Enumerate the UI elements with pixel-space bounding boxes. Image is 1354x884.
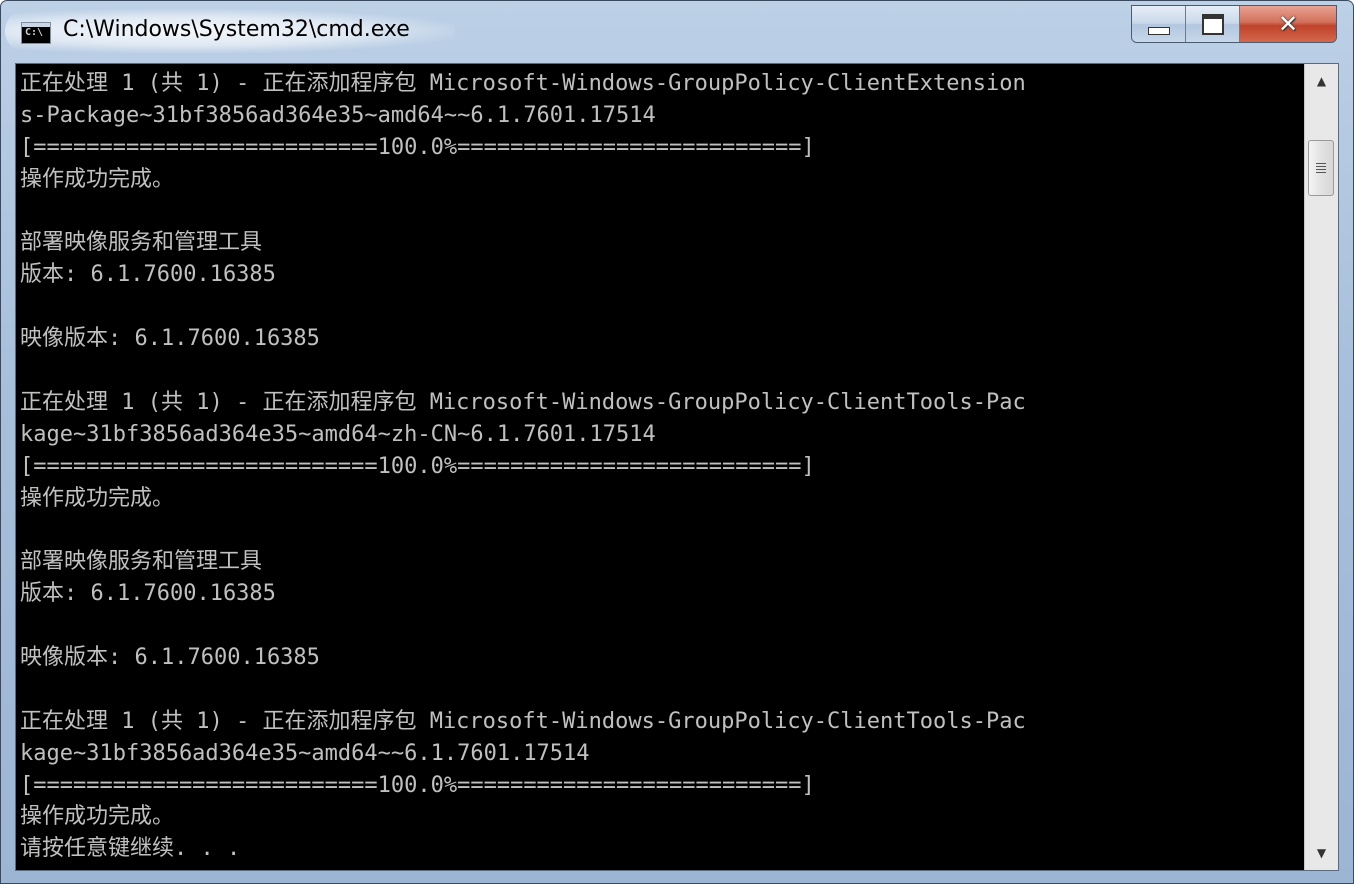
console-client-area[interactable]: 正在处理 1 (共 1) - 正在添加程序包 Microsoft-Windows… [15,63,1339,871]
console-line: 操作成功完成。 [20,804,175,830]
scroll-up-button[interactable]: ▲ [1305,64,1338,98]
title-bar[interactable]: C:\ C:\Windows\System32\cmd.exe ✕ [1,1,1353,63]
close-icon: ✕ [1277,10,1299,38]
caption-buttons: ✕ [1131,5,1337,43]
maximize-icon [1201,13,1224,35]
maximize-button[interactable] [1186,6,1240,42]
window-title: C:\Windows\System32\cmd.exe [63,17,410,42]
scroll-down-icon: ▼ [1316,846,1327,860]
vertical-scrollbar[interactable]: ▲ ▼ [1304,64,1338,870]
console-output[interactable]: 正在处理 1 (共 1) - 正在添加程序包 Microsoft-Windows… [20,68,1306,868]
close-button[interactable]: ✕ [1240,6,1336,42]
cmd-window: C:\ C:\Windows\System32\cmd.exe ✕ 正在处理 1… [0,0,1354,884]
console-line: 版本: 6.1.7600.16385 [20,262,276,288]
scroll-down-button[interactable]: ▼ [1305,836,1338,870]
console-line: 请按任意键继续. . . [20,836,241,862]
console-line: [==========================100.0%=======… [20,772,815,798]
console-line: 正在处理 1 (共 1) - 正在添加程序包 Microsoft-Windows… [20,708,1026,734]
console-line: 版本: 6.1.7600.16385 [20,581,276,607]
console-line: [==========================100.0%=======… [20,134,815,160]
minimize-button[interactable] [1132,6,1186,42]
console-line: kage~31bf3856ad364e35~amd64~zh-CN~6.1.76… [20,421,656,447]
scroll-up-icon: ▲ [1316,74,1327,88]
minimize-icon [1147,27,1170,35]
console-line: 部署映像服务和管理工具 [20,230,263,256]
console-line: 操作成功完成。 [20,485,175,511]
console-line: kage~31bf3856ad364e35~amd64~~6.1.7601.17… [20,740,590,766]
console-line: [==========================100.0%=======… [20,453,815,479]
scrollbar-thumb[interactable] [1308,140,1334,196]
cmd-app-icon[interactable]: C:\ [21,22,51,44]
thumb-grip-icon [1316,163,1326,173]
console-line: s-Package~31bf3856ad364e35~amd64~~6.1.76… [20,102,656,128]
console-line: 操作成功完成。 [20,166,175,192]
console-line: 映像版本: 6.1.7600.16385 [20,645,320,671]
console-line: 部署映像服务和管理工具 [20,549,263,575]
console-line: 正在处理 1 (共 1) - 正在添加程序包 Microsoft-Windows… [20,71,1026,96]
console-line: 正在处理 1 (共 1) - 正在添加程序包 Microsoft-Windows… [20,389,1026,415]
console-line: 映像版本: 6.1.7600.16385 [20,326,320,352]
